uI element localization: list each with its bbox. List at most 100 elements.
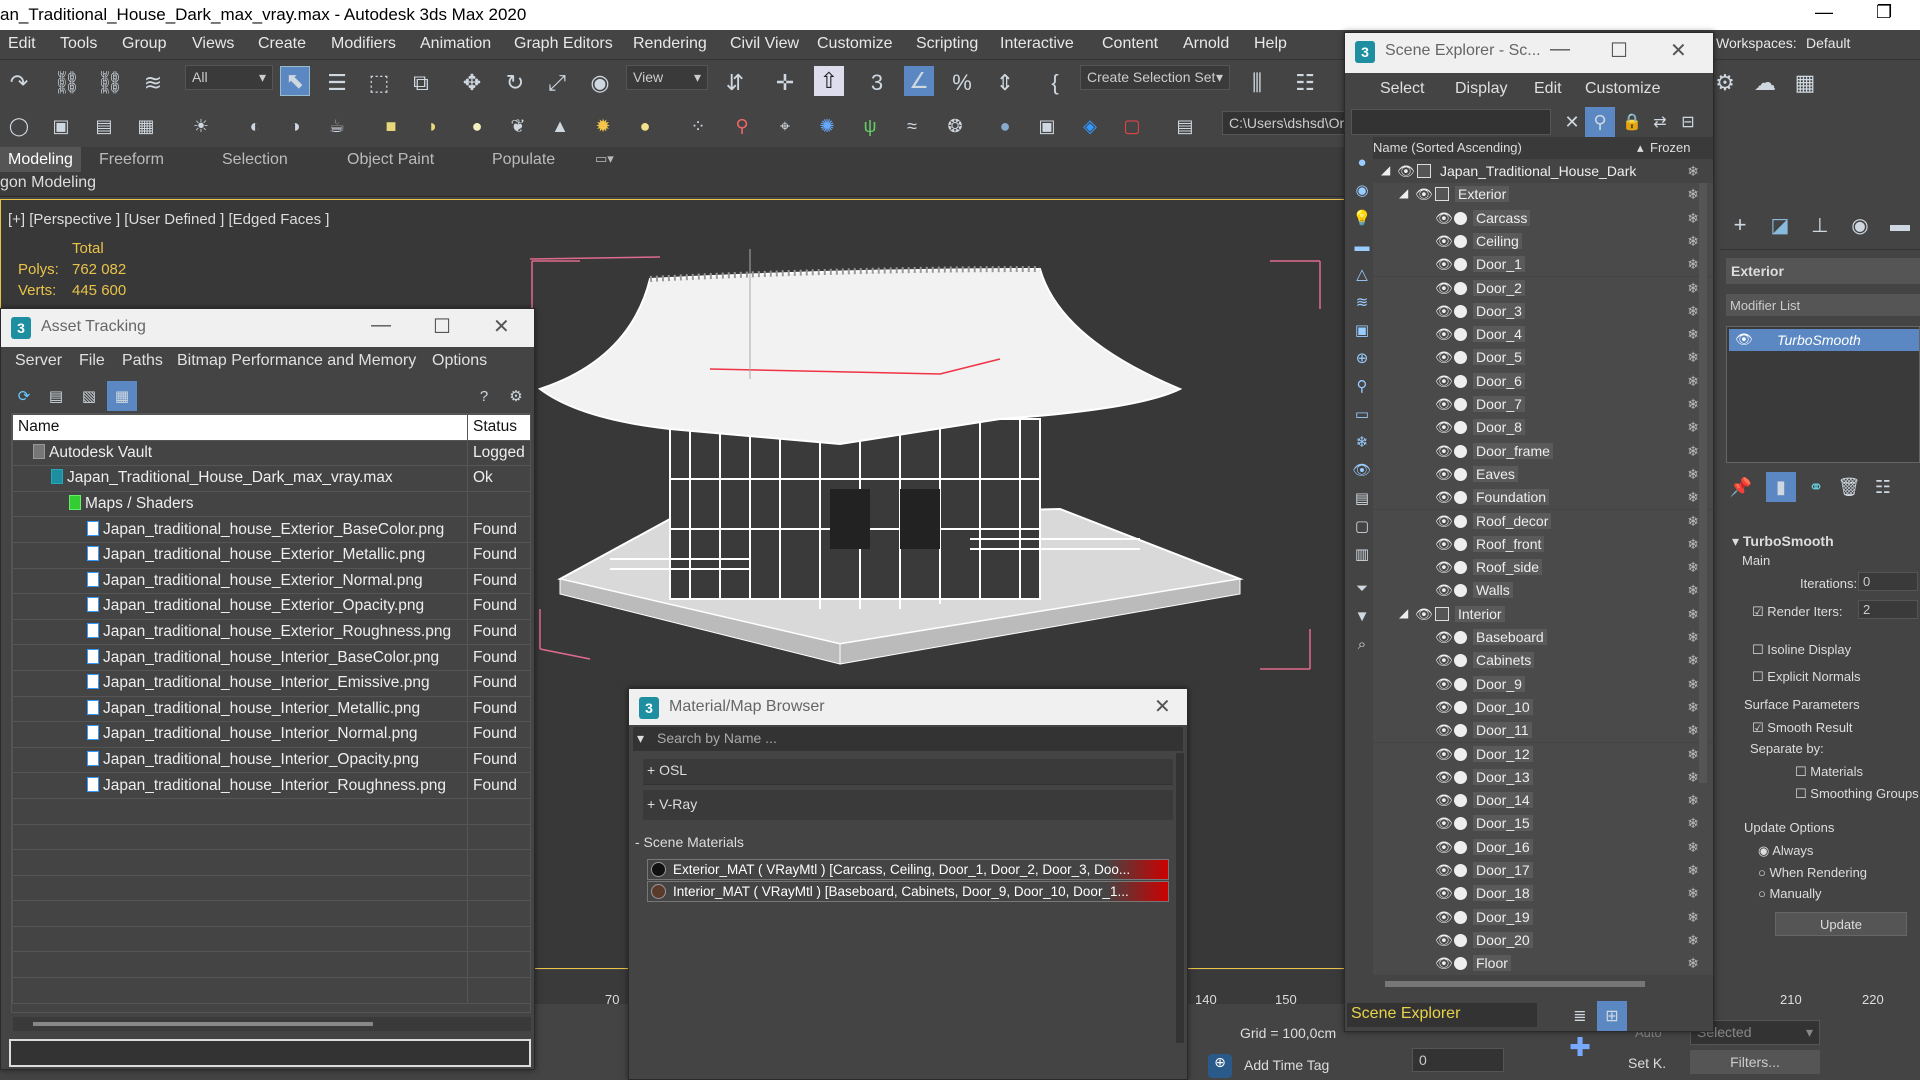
table-row[interactable]: Japan_traditional_house_Exterior_Normal.… xyxy=(12,567,530,595)
sync-selection-icon[interactable]: ⇄ xyxy=(1645,107,1675,137)
snaps-toggle-icon[interactable]: 3 xyxy=(862,68,892,98)
table-row[interactable]: Japan_traditional_house_Interior_Emissiv… xyxy=(12,669,530,697)
scene-materials-header[interactable]: - Scene Materials xyxy=(635,834,744,850)
workspace-value[interactable]: Default xyxy=(1806,35,1850,51)
visibility-eye-icon[interactable]: 👁 xyxy=(1435,862,1453,879)
hierarchy-icon[interactable]: ⊟ xyxy=(1673,107,1703,137)
visibility-eye-icon[interactable]: 👁 xyxy=(1435,769,1453,786)
visibility-eye-icon[interactable]: 👁 xyxy=(1435,349,1453,366)
filters-button[interactable]: Filters... xyxy=(1690,1050,1820,1074)
visibility-eye-icon[interactable]: 👁 xyxy=(1435,443,1453,460)
freeze-toggle-icon[interactable]: ❄ xyxy=(1687,419,1699,436)
window-crossing-icon[interactable]: ⧉ xyxy=(406,68,436,98)
lasso-icon[interactable]: ◯ xyxy=(4,111,34,141)
freeze-toggle-icon[interactable]: ❄ xyxy=(1687,466,1699,483)
tree-item[interactable]: 👁 Door_17 ❄ xyxy=(1373,859,1713,883)
visibility-eye-icon[interactable]: 👁 xyxy=(1435,513,1453,530)
expand-icon[interactable]: ◢ xyxy=(1399,606,1408,620)
hierarchy-tab-icon[interactable]: ⊥ xyxy=(1805,210,1835,240)
asset-name-cell[interactable]: Japan_traditional_house_Exterior_BaseCol… xyxy=(12,516,468,543)
set-key-button[interactable]: Set K. xyxy=(1628,1055,1666,1071)
grid-icon[interactable]: ▦ xyxy=(131,111,161,141)
menu-paths[interactable]: Paths xyxy=(122,352,163,370)
table-row[interactable]: Japan_traditional_house_Exterior_Metalli… xyxy=(12,541,530,569)
update-button[interactable]: Update xyxy=(1775,912,1907,936)
tree-scrollbar[interactable] xyxy=(1699,183,1707,783)
freeze-toggle-icon[interactable]: ❄ xyxy=(1687,582,1699,599)
modifier-turbosmooth[interactable]: TurboSmooth xyxy=(1729,329,1919,351)
menu-edit[interactable]: Edit xyxy=(8,35,36,53)
menu-select[interactable]: Select xyxy=(1380,80,1424,98)
chevron-down-icon[interactable]: ▾ xyxy=(637,730,644,747)
asset-name-cell[interactable]: Japan_traditional_house_Interior_Metalli… xyxy=(12,695,468,723)
visibility-eye-icon[interactable]: 👁 xyxy=(1397,163,1415,180)
tab-populate[interactable]: Populate xyxy=(492,151,555,169)
asset-name-cell[interactable]: Japan_traditional_house_Interior_BaseCol… xyxy=(12,644,468,671)
pivot-center-icon[interactable]: ⇵ xyxy=(720,68,750,98)
menu-customize[interactable]: Customize xyxy=(817,35,893,53)
when-rendering-radio[interactable]: ○ When Rendering xyxy=(1758,865,1867,880)
visibility-eye-icon[interactable]: 👁 xyxy=(1435,722,1453,739)
menu-civil-view[interactable]: Civil View xyxy=(730,35,799,53)
explicit-normals-checkbox[interactable]: ☐ Explicit Normals xyxy=(1752,669,1860,685)
spinner-snap-icon[interactable]: ⇕ xyxy=(990,68,1020,98)
selection-filter-dropdown[interactable]: All ▾ xyxy=(185,65,273,90)
tree-item[interactable]: 👁 Door_10 ❄ xyxy=(1373,695,1713,720)
visibility-eye-icon[interactable]: 👁 xyxy=(1435,815,1453,832)
freeze-toggle-icon[interactable]: ❄ xyxy=(1687,955,1699,972)
cone-icon[interactable]: ▲ xyxy=(545,111,575,141)
column-header-status[interactable]: Status xyxy=(467,414,530,441)
tab-selection[interactable]: Selection xyxy=(222,151,288,169)
lock-icon[interactable]: 🔒 xyxy=(1617,107,1647,137)
visibility-eye-icon[interactable]: 👁 xyxy=(1435,652,1453,669)
freeze-toggle-icon[interactable]: ❄ xyxy=(1687,163,1699,180)
minimize-icon[interactable]: — xyxy=(1815,2,1833,23)
eye-icon[interactable]: 👁 xyxy=(1735,331,1753,348)
tab-object-paint[interactable]: Object Paint xyxy=(347,151,434,169)
menu-help[interactable]: Help xyxy=(1254,35,1287,53)
scene-explorer-selector[interactable]: Scene Explorer xyxy=(1347,1003,1537,1027)
visibility-eye-icon[interactable]: 👁 xyxy=(1435,233,1453,250)
refresh-icon[interactable]: ⟳ xyxy=(9,381,39,411)
mirror-icon[interactable]: ⫼ xyxy=(1242,68,1272,98)
asset-name-cell[interactable]: Japan_Traditional_House_Dark_max_vray.ma… xyxy=(12,465,468,492)
maximize-icon[interactable]: ☐ xyxy=(433,314,451,339)
materials-checkbox[interactable]: ☐ Materials xyxy=(1795,764,1863,780)
sort-by-hierarchy-icon[interactable]: ⊞ xyxy=(1597,1001,1627,1031)
key-mode-icon[interactable]: ✚ xyxy=(1565,1032,1595,1062)
freeze-toggle-icon[interactable]: ❄ xyxy=(1687,862,1699,879)
thumbnail-view-icon[interactable]: ▧ xyxy=(74,381,104,411)
plant-icon[interactable]: ❦ xyxy=(503,111,533,141)
sphere-icon[interactable]: ● xyxy=(462,111,492,141)
render-setup-icon[interactable]: ⚙ xyxy=(1710,68,1740,98)
unlink-icon[interactable]: ⛓ xyxy=(95,68,125,98)
menu-options[interactable]: Options xyxy=(432,352,487,370)
visibility-eye-icon[interactable]: 👁 xyxy=(1435,629,1453,646)
configure-icon[interactable]: ☷ xyxy=(1868,472,1898,502)
manually-radio[interactable]: ○ Manually xyxy=(1758,886,1822,901)
group-vray[interactable]: + V-Ray xyxy=(643,790,1173,820)
freeze-toggle-icon[interactable]: ❄ xyxy=(1687,885,1699,902)
help-icon[interactable]: ? xyxy=(469,381,499,411)
asset-name-cell[interactable]: Japan_traditional_house_Interior_Opacity… xyxy=(12,746,468,774)
frame-spinner[interactable]: 0 xyxy=(1412,1048,1504,1072)
sun-icon[interactable]: ✹ xyxy=(588,111,618,141)
tree-item[interactable]: 👁 Door_7 ❄ xyxy=(1373,393,1713,417)
time-tag-icon[interactable]: ⊕ xyxy=(1208,1054,1232,1078)
table-row[interactable]: Japan_traditional_house_Interior_Metalli… xyxy=(12,695,530,723)
maximize-icon[interactable]: ☐ xyxy=(1610,38,1628,63)
menu-file[interactable]: File xyxy=(79,352,105,370)
visibility-eye-icon[interactable]: 👁 xyxy=(1435,210,1453,227)
tree-item[interactable]: 👁 Door_18 ❄ xyxy=(1373,882,1713,906)
tree-item[interactable]: 👁 Door_16 ❄ xyxy=(1373,835,1713,859)
freeze-toggle-icon[interactable]: ❄ xyxy=(1687,722,1699,739)
freeze-toggle-icon[interactable]: ❄ xyxy=(1687,326,1699,343)
visibility-eye-icon[interactable]: 👁 xyxy=(1435,746,1453,763)
project-icon[interactable]: ▤ xyxy=(1170,111,1200,141)
tree-item[interactable]: 👁 Roof_front ❄ xyxy=(1373,532,1713,557)
material-item[interactable]: Exterior_MAT ( VRayMtl ) [Carcass, Ceili… xyxy=(647,859,1169,880)
select-object-icon[interactable]: ⬉ xyxy=(280,66,310,96)
tree-item[interactable]: 👁 Foundation ❄ xyxy=(1373,486,1713,510)
freeze-toggle-icon[interactable]: ❄ xyxy=(1687,769,1699,786)
visibility-eye-icon[interactable]: 👁 xyxy=(1435,676,1453,693)
